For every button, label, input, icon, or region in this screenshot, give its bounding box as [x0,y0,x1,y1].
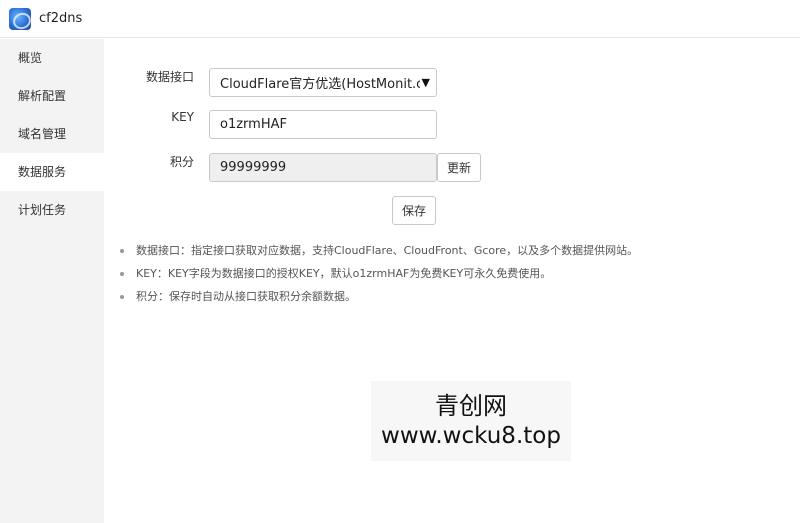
api-row: 数据接口 [104,68,194,85]
tip-item: 积分：保存时自动从接口获取积分余额数据。 [120,289,638,312]
sidebar: 概览 解析配置 域名管理 数据服务 计划任务 [0,39,104,523]
sidebar-item-scheduled-tasks[interactable]: 计划任务 [0,191,104,229]
key-label: KEY [171,110,194,124]
api-label: 数据接口 [145,70,194,84]
key-input-value: o1zrmHAF [220,117,287,132]
app-logo-icon [9,7,31,30]
tip-item: KEY：KEY字段为数据接口的授权KEY，默认o1zrmHAF为免费KEY可永久… [120,266,638,289]
update-points-button[interactable]: 更新 [437,153,481,182]
points-label: 积分 [169,155,194,169]
points-value: 99999999 [220,160,287,175]
points-field: 99999999 [209,153,437,182]
key-row: KEY [104,110,194,124]
save-button[interactable]: 保存 [392,196,436,225]
key-input[interactable]: o1zrmHAF [209,110,437,139]
api-select-value: CloudFlare官方优选(HostMonit.co [220,77,420,92]
sidebar-item-data-service[interactable]: 数据服务 [0,153,104,191]
watermark: 青创网 www.wcku8.top [371,381,571,461]
chevron-down-icon: ▼ [421,76,430,89]
points-row: 积分 [104,153,194,170]
help-tips: 数据接口：指定接口获取对应数据，支持CloudFlare、CloudFront、… [120,243,638,312]
sidebar-item-overview[interactable]: 概览 [0,39,104,77]
sidebar-item-resolve-config[interactable]: 解析配置 [0,77,104,115]
watermark-line2: www.wcku8.top [381,423,561,449]
app-title: cf2dns [39,11,83,26]
sidebar-item-domain-management[interactable]: 域名管理 [0,115,104,153]
watermark-line1: 青创网 [435,392,507,420]
api-select[interactable]: CloudFlare官方优选(HostMonit.co ▼ [209,68,437,97]
tip-item: 数据接口：指定接口获取对应数据，支持CloudFlare、CloudFront、… [120,243,638,266]
top-bar: cf2dns [0,0,800,38]
